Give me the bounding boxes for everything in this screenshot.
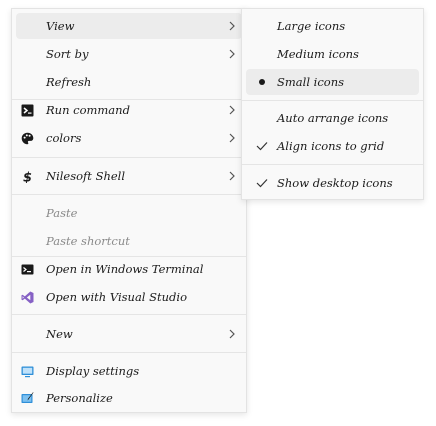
menu-item-label: Personalize — [46, 391, 113, 405]
visual-studio-icon — [21, 291, 34, 304]
submenu-item-label: Small icons — [277, 75, 345, 89]
menu-item-display-settings[interactable]: Display settings — [16, 358, 242, 384]
chevron-right-icon — [229, 105, 235, 115]
menu-item-label: Open in Windows Terminal — [46, 262, 204, 276]
dollar-icon: $ — [23, 171, 32, 184]
menu-item-open-with-visual-studio[interactable]: Open with Visual Studio — [16, 284, 242, 310]
personalize-icon — [21, 392, 34, 403]
submenu-item-auto-arrange-icons[interactable]: Auto arrange icons — [246, 105, 419, 131]
checkmark-icon — [256, 179, 268, 188]
menu-item-colors[interactable]: colors — [16, 125, 242, 151]
terminal-icon — [21, 264, 34, 275]
chevron-right-icon — [229, 21, 235, 31]
menu-separator — [242, 164, 423, 165]
submenu-item-medium-icons[interactable]: Medium icons — [246, 41, 419, 67]
submenu-item-large-icons[interactable]: Large icons — [246, 13, 419, 39]
menu-item-run-command[interactable]: Run command — [16, 97, 242, 123]
menu-separator — [12, 157, 246, 158]
desktop-context-menu: View Sort by Refresh Run command colors … — [11, 8, 247, 413]
chevron-right-icon — [229, 49, 235, 59]
submenu-item-label: Auto arrange icons — [277, 111, 389, 125]
menu-item-refresh[interactable]: Refresh — [16, 69, 242, 95]
menu-item-sort-by[interactable]: Sort by — [16, 41, 242, 67]
menu-item-label: Run command — [46, 103, 130, 117]
submenu-item-show-desktop-icons[interactable]: Show desktop icons — [246, 170, 419, 196]
menu-item-label: Refresh — [46, 75, 92, 89]
menu-item-open-in-windows-terminal[interactable]: Open in Windows Terminal — [16, 256, 242, 282]
menu-item-paste-shortcut[interactable]: Paste shortcut — [16, 228, 242, 254]
menu-item-view[interactable]: View — [16, 13, 242, 39]
menu-separator — [12, 194, 246, 195]
submenu-item-label: Show desktop icons — [277, 176, 393, 190]
palette-icon — [21, 132, 34, 145]
menu-item-paste[interactable]: Paste — [16, 200, 242, 226]
menu-item-label: colors — [46, 131, 82, 145]
radio-selected-icon — [259, 79, 265, 85]
submenu-item-align-icons-to-grid[interactable]: Align icons to grid — [246, 133, 419, 159]
run-command-icon — [21, 104, 34, 117]
menu-item-nilesoft-shell[interactable]: $ Nilesoft Shell — [16, 163, 242, 189]
menu-item-personalize[interactable]: Personalize — [16, 385, 242, 411]
submenu-item-label: Medium icons — [277, 47, 359, 61]
menu-item-label: Display settings — [46, 364, 140, 378]
menu-item-label: Paste shortcut — [46, 234, 130, 248]
submenu-item-label: Align icons to grid — [277, 139, 385, 153]
menu-item-label: Open with Visual Studio — [46, 290, 188, 304]
menu-item-label: View — [46, 19, 75, 33]
chevron-right-icon — [229, 133, 235, 143]
menu-item-label: Nilesoft Shell — [46, 169, 126, 183]
menu-item-label: New — [46, 327, 73, 341]
svg-text:$: $ — [23, 171, 32, 184]
chevron-right-icon — [229, 329, 235, 339]
chevron-right-icon — [229, 171, 235, 181]
submenu-item-label: Large icons — [277, 19, 346, 33]
menu-item-label: Paste — [46, 206, 78, 220]
display-icon — [21, 366, 34, 378]
menu-separator — [12, 314, 246, 315]
menu-item-label: Sort by — [46, 47, 89, 61]
menu-item-new[interactable]: New — [16, 321, 242, 347]
checkmark-icon — [256, 142, 268, 151]
view-submenu: Large icons Medium icons Small icons Aut… — [241, 8, 424, 200]
menu-separator — [242, 100, 423, 101]
submenu-item-small-icons[interactable]: Small icons — [246, 69, 419, 95]
menu-separator — [12, 352, 246, 353]
